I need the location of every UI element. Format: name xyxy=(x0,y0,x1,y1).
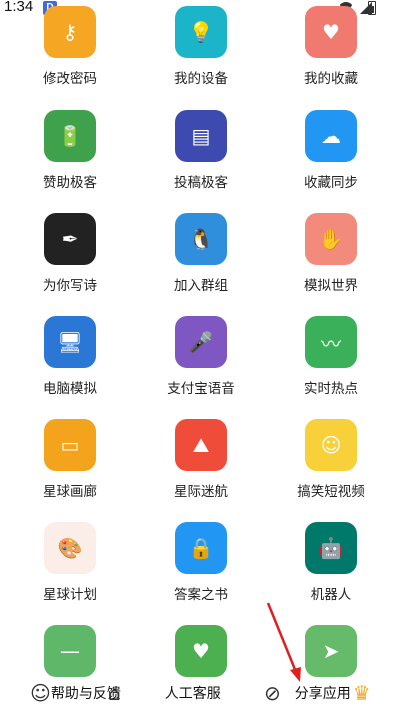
palette-icon: 🎨 xyxy=(44,522,96,574)
penguin-icon: 🐧 xyxy=(175,213,227,265)
grid-item[interactable]: 🖥 电脑模拟 xyxy=(15,316,125,416)
pen-nib-icon: ✒ xyxy=(44,213,96,265)
grid-item-label: 为你写诗 xyxy=(43,278,97,294)
grid-item-label: 星球计划 xyxy=(43,587,97,603)
grid-item[interactable]: ☺ 搞笑短视频 xyxy=(276,419,386,519)
grid-item[interactable]: 🤖 机器人 xyxy=(276,522,386,622)
bottom-navigation: ☺ 帮助与反馈 ⌂ 人工客服 ⊘ 分享应用 ♛ xyxy=(0,664,402,721)
compass-icon: ⊘ xyxy=(264,681,281,705)
grid-item[interactable]: 🔋 赞助极客 xyxy=(15,110,125,210)
grid-item-label: 修改密码 xyxy=(43,71,97,87)
cloud-icon: ☁ xyxy=(305,110,357,162)
grid-item-label: 加入群组 xyxy=(174,278,228,294)
grid-item-label: 收藏同步 xyxy=(304,175,358,191)
mountain-icon: ⛰ xyxy=(175,419,227,471)
key-icon: ⚷ xyxy=(44,6,96,58)
human-service-label: 人工客服 xyxy=(164,686,221,702)
grid-item[interactable]: ⛰ 星际迷航 xyxy=(146,419,256,519)
monitor-icon: 🖥 xyxy=(44,316,96,368)
grid-item[interactable]: 🔒 答案之书 xyxy=(146,522,256,622)
home-icon: ⌂ xyxy=(108,681,121,705)
grid-item-label: 电脑模拟 xyxy=(43,381,97,397)
human-service-button[interactable]: ⌂ 人工客服 xyxy=(108,682,221,704)
grid-item-label: 支付宝语音 xyxy=(167,381,235,397)
grid-item-label: 投稿极客 xyxy=(174,175,228,191)
grid-item-label: 模拟世界 xyxy=(304,278,358,294)
grid-item[interactable]: 💡 我的设备 xyxy=(146,6,256,106)
share-app-label: 分享应用 xyxy=(294,686,351,702)
grid-item-label: 星球画廊 xyxy=(43,484,97,500)
grid-item-label: 机器人 xyxy=(310,587,352,603)
share-app-button[interactable]: ⊘ 分享应用 ♛ xyxy=(264,682,371,704)
grid-item[interactable]: ☁ 收藏同步 xyxy=(276,110,386,210)
smiley-icon: ☺ xyxy=(305,419,357,471)
robot-icon: 🤖 xyxy=(305,522,357,574)
grid-item[interactable]: 🎨 星球计划 xyxy=(15,522,125,622)
paw-icon: ✋ xyxy=(305,213,357,265)
trending-icon: 〰 xyxy=(305,316,357,368)
grid-item[interactable]: 🎤 支付宝语音 xyxy=(146,316,256,416)
card-icon: ▭ xyxy=(44,419,96,471)
grid-item-label: 赞助极客 xyxy=(43,175,97,191)
grid-item-label: 搞笑短视频 xyxy=(297,484,365,500)
heart-icon: ♥ xyxy=(305,6,357,58)
grid-item-label: 星际迷航 xyxy=(174,484,228,500)
grid-item-label: 答案之书 xyxy=(174,587,228,603)
battery-icon: 🔋 xyxy=(44,110,96,162)
grid-item[interactable]: ♥ 我的收藏 xyxy=(276,6,386,106)
lightbulb-icon: 💡 xyxy=(175,6,227,58)
grid-item[interactable]: ▤ 投稿极客 xyxy=(146,110,256,210)
grid-item[interactable]: 〰实时热点 xyxy=(276,316,386,416)
grid-item-label: 实时热点 xyxy=(304,381,358,397)
lock-icon: 🔒 xyxy=(175,522,227,574)
grid-item-label: 我的设备 xyxy=(174,71,228,87)
grid-item[interactable]: 🐧 加入群组 xyxy=(146,213,256,313)
grid-item-label: 我的收藏 xyxy=(304,71,358,87)
grid-item[interactable]: ▭ 星球画廊 xyxy=(15,419,125,519)
smile-icon: ☺ xyxy=(30,681,51,705)
microphone-icon: 🎤 xyxy=(175,316,227,368)
grid-item[interactable]: ⚷ 修改密码 xyxy=(15,6,125,106)
crown-icon: ♛ xyxy=(352,681,371,705)
grid-item[interactable]: ✋ 模拟世界 xyxy=(276,213,386,313)
grid-item[interactable]: ✒ 为你写诗 xyxy=(15,213,125,313)
message-icon: ▤ xyxy=(175,110,227,162)
